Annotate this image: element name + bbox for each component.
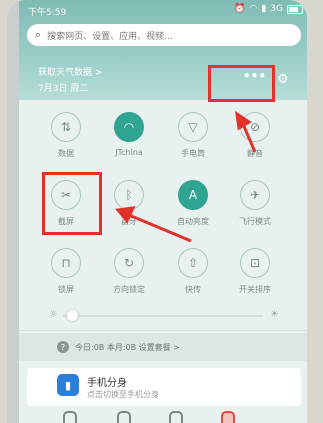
arrow-to-more xyxy=(241,123,257,153)
arrow-head-more xyxy=(235,110,252,131)
annotation-arrows xyxy=(115,110,257,243)
arrow-to-screenshot xyxy=(128,213,192,243)
screen: 下午5:59 ⏰ ◠ ▮ 3G ⌕ 搜索网页、设置、应用、视频... 获取天气数… xyxy=(19,0,307,423)
arrow-head-screenshot xyxy=(115,206,136,224)
phone-frame: 下午5:59 ⏰ ◠ ▮ 3G ⌕ 搜索网页、设置、应用、视频... 获取天气数… xyxy=(7,0,307,423)
